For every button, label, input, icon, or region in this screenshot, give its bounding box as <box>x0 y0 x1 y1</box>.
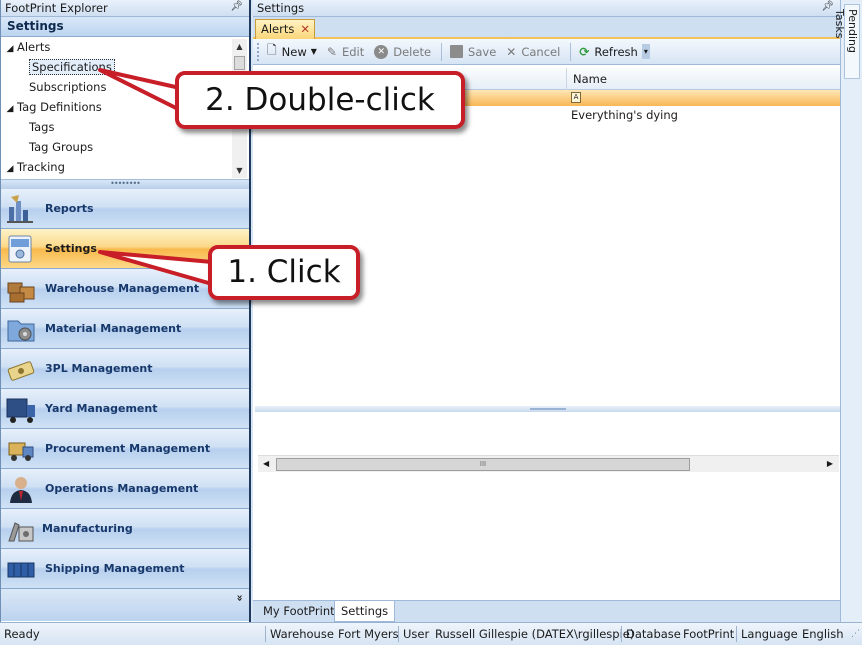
callout-1-pointer <box>98 250 214 286</box>
callout-step-2: 2. Double-click <box>175 71 465 129</box>
callout-2-pointer <box>98 68 182 112</box>
callout-step-1: 1. Click <box>208 245 360 300</box>
